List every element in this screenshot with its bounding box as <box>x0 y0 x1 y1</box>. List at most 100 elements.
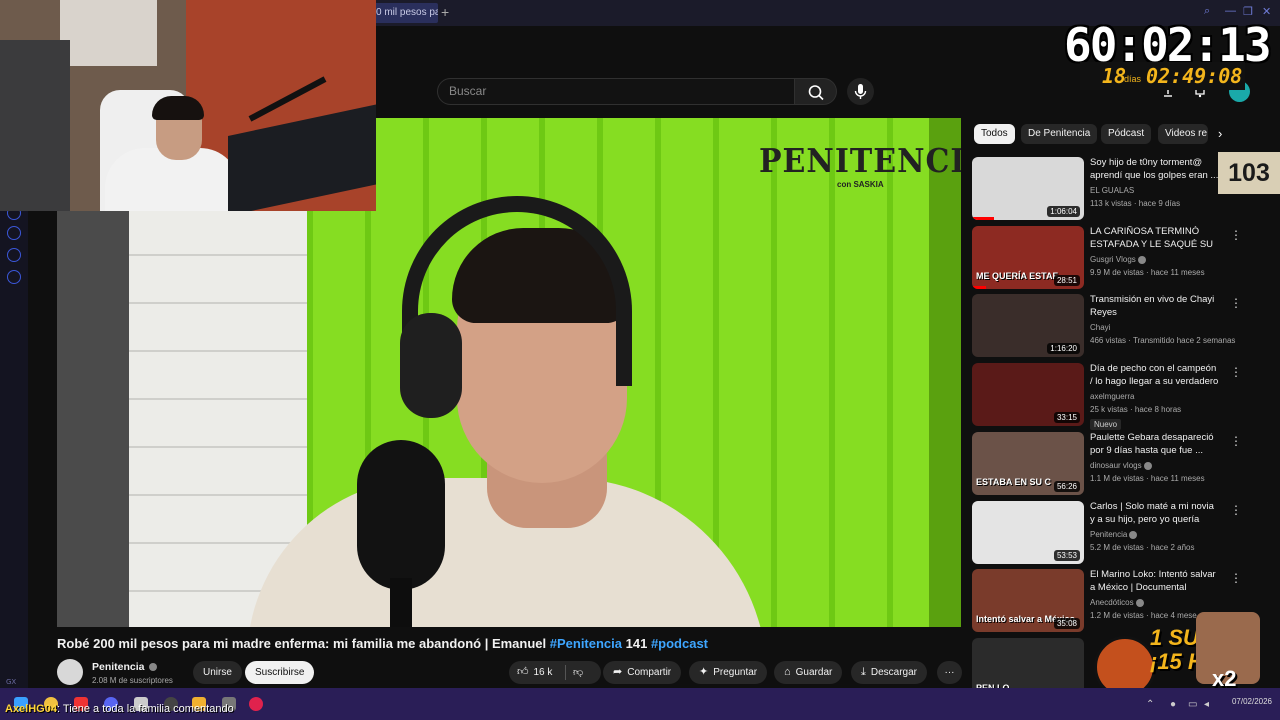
new-tab-button[interactable]: + <box>441 4 449 20</box>
volume-icon[interactable]: ◂ <box>1204 699 1209 710</box>
related-video-item[interactable]: Intentó salvar a México 35:08 El Marino Lo… <box>972 569 1242 633</box>
headphone-cup <box>400 313 462 418</box>
opera-gx-icon[interactable] <box>249 697 263 711</box>
related-video-meta: 466 vistas · Transmitido hace 2 semanas <box>1090 336 1236 345</box>
video-thumbnail[interactable]: 53:53 <box>972 501 1084 564</box>
related-video-title[interactable]: Carlos | Solo maté a mi novia y a su hij… <box>1090 501 1220 527</box>
extensions-icon[interactable] <box>7 248 21 262</box>
chip-from-channel[interactable]: De Penitencia <box>1021 124 1098 144</box>
related-video-item[interactable]: 1:16:20 Transmisión en vivo de Chayi Reye… <box>972 294 1242 358</box>
watch-progress-bar <box>972 217 994 220</box>
chevron-up-icon[interactable]: ⌃ <box>1146 699 1154 710</box>
related-video-title[interactable]: Paulette Gebara desapareció por 9 días h… <box>1090 432 1220 457</box>
related-video-meta: 5.2 M de vistas · hace 2 años <box>1090 543 1195 552</box>
hashtag-link[interactable]: #podcast <box>651 636 708 651</box>
channel-avatar[interactable] <box>57 659 83 685</box>
thumbnail-text: ESTABA EN SU C <box>976 477 1052 487</box>
streamer-webcam <box>0 0 376 211</box>
video-scene-edge <box>929 118 961 627</box>
more-actions-button[interactable]: ··· <box>937 661 962 684</box>
related-video-channel[interactable]: Gusgri Vlogs <box>1090 255 1146 264</box>
related-video-channel[interactable]: Penitencia <box>1090 530 1138 539</box>
related-video-item[interactable]: 33:15 Día de pecho con el campeón / lo ha… <box>972 363 1242 430</box>
chip-recent-videos[interactable]: Videos re <box>1158 124 1208 144</box>
related-video-title[interactable]: LA CARIÑOSA TERMINÓ ESTAFADA Y LE SAQUÉ … <box>1090 226 1220 252</box>
share-button[interactable]: ➦ Compartir <box>603 661 682 684</box>
like-count[interactable]: 16 k <box>534 667 553 678</box>
close-icon[interactable]: ✕ <box>1262 5 1271 18</box>
browser-tab[interactable]: 0 mil pesos pa <box>372 3 438 23</box>
kebab-menu-icon[interactable]: ⋮ <box>1230 228 1242 242</box>
verified-icon <box>149 663 158 672</box>
thumbs-down-icon[interactable]: 👎︎ <box>573 661 583 684</box>
related-video-channel[interactable]: EL GUALAS <box>1090 186 1134 195</box>
kebab-menu-icon[interactable]: ⋮ <box>1230 503 1242 517</box>
kebab-menu-icon[interactable]: ⋮ <box>1230 296 1242 310</box>
share-icon: ➦ <box>613 666 623 678</box>
search-tabs-icon[interactable]: ⌕ <box>1204 5 1210 18</box>
maximize-icon[interactable]: ❐ <box>1243 5 1253 18</box>
subscribe-button[interactable]: Suscribirse <box>245 661 315 684</box>
chat-message: AxelHG04: Tiene a toda la familia coment… <box>5 703 234 715</box>
stream-counter: 103 <box>1218 152 1280 194</box>
search-input[interactable]: Buscar <box>437 78 795 105</box>
join-button[interactable]: Unirse <box>193 661 242 684</box>
video-thumbnail[interactable]: ME QUERÍA ESTAF 28:51 <box>972 226 1084 289</box>
taskbar-date: 07/02/2026 <box>1231 697 1272 706</box>
microphone-icon <box>854 84 867 99</box>
microphone-stand <box>390 578 412 627</box>
related-video-meta: 25 k vistas · hace 8 horas <box>1090 405 1182 414</box>
kebab-menu-icon[interactable]: ⋮ <box>1230 365 1242 379</box>
related-video-meta: 1.2 M de vistas · hace 4 mese <box>1090 611 1197 620</box>
webcam-wall-frame <box>60 0 157 66</box>
watch-progress-bar <box>972 286 986 289</box>
verified-icon <box>1129 530 1138 539</box>
kebab-menu-icon[interactable]: ⋮ <box>1230 571 1242 585</box>
related-video-title[interactable]: Día de pecho con el campeón / lo hago ll… <box>1090 363 1220 389</box>
related-video-item[interactable]: ESTABA EN SU C 56:26 Paulette Gebara desap… <box>972 432 1242 496</box>
related-video-channel[interactable]: axelmguerra <box>1090 392 1134 401</box>
video-brand-subtitle: con SASKIA <box>837 180 884 189</box>
video-thumbnail[interactable]: ESTABA EN SU C 56:26 <box>972 432 1084 495</box>
bookmark-icon: ⌂ <box>784 666 791 678</box>
new-badge: Nuevo <box>1090 419 1122 430</box>
related-video-meta: 9.9 M de vistas · hace 11 meses <box>1090 268 1205 277</box>
voice-search-button[interactable] <box>847 78 874 105</box>
hashtag-link[interactable]: #Penitencia <box>550 636 622 651</box>
chip-podcast[interactable]: Pódcast <box>1101 124 1152 144</box>
video-thumbnail[interactable]: 1:16:20 <box>972 294 1084 357</box>
chevron-right-icon[interactable]: › <box>1218 126 1222 141</box>
related-video-channel[interactable]: Chayi <box>1090 323 1110 332</box>
related-video-title[interactable]: Transmisión en vivo de Chayi Reyes <box>1090 294 1220 319</box>
verified-icon <box>1135 598 1144 607</box>
related-video-item[interactable]: 1:06:04 Soy hijo de t0ny torment@ aprendí… <box>972 157 1222 221</box>
chip-all[interactable]: Todos <box>974 124 1015 144</box>
search-button[interactable] <box>795 78 837 105</box>
gear-icon[interactable] <box>7 270 21 284</box>
save-button[interactable]: ⌂ Guardar <box>774 661 843 684</box>
divider <box>565 665 566 680</box>
related-video-title[interactable]: Soy hijo de t0ny torment@ aprendí que lo… <box>1090 157 1220 182</box>
related-video-item[interactable]: ME QUERÍA ESTAF 28:51 LA CARIÑOSA TERMINÓ … <box>972 226 1242 290</box>
related-video-meta: 1.1 M de vistas · hace 11 meses <box>1090 474 1205 483</box>
network-icon[interactable]: ▭ <box>1188 699 1197 710</box>
video-thumbnail[interactable]: Intentó salvar a México 35:08 <box>972 569 1084 632</box>
video-duration: 28:51 <box>1053 275 1080 286</box>
related-video-title[interactable]: El Marino Loko: Intentó salvar a México … <box>1090 569 1220 594</box>
minimize-icon[interactable]: — <box>1225 5 1236 17</box>
thumbs-up-icon[interactable]: 👍︎ <box>517 661 529 684</box>
download-button[interactable]: ⤓ Descargar <box>851 661 928 684</box>
kebab-menu-icon[interactable]: ⋮ <box>1230 434 1242 448</box>
related-video-channel[interactable]: Anecdóticos <box>1090 598 1144 607</box>
microphone-tray-icon[interactable]: ● <box>1170 699 1176 710</box>
related-video-item[interactable]: 53:53 Carlos | Solo maté a mi novia y a s… <box>972 501 1242 565</box>
history-icon[interactable] <box>7 226 21 240</box>
sparkle-icon: ✦ <box>699 666 709 678</box>
video-thumbnail[interactable]: 1:06:04 <box>972 157 1084 220</box>
chat-username: AxelHG04 <box>5 703 57 715</box>
video-thumbnail[interactable]: 33:15 <box>972 363 1084 426</box>
video-duration: 1:16:20 <box>1047 343 1080 354</box>
ask-button[interactable]: ✦ Preguntar <box>689 661 768 684</box>
related-video-channel[interactable]: dinosaur vlogs <box>1090 461 1152 470</box>
channel-name[interactable]: Penitencia <box>92 661 158 673</box>
